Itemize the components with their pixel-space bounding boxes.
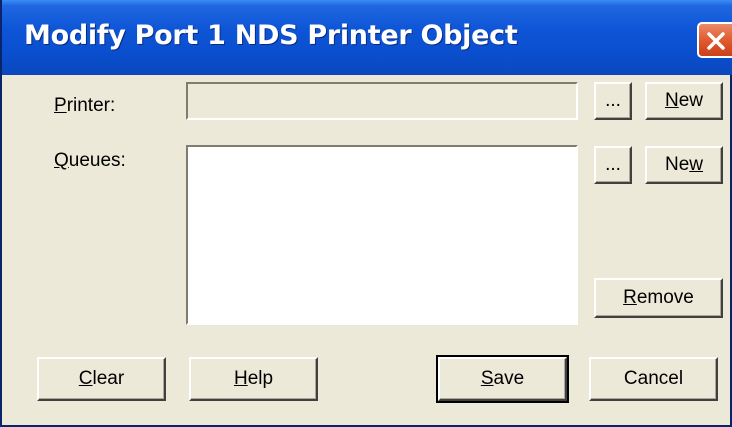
cancel-label: Cancel — [623, 368, 684, 389]
queues-remove-button[interactable]: Remove — [594, 278, 723, 318]
printer-browse-button[interactable]: ... — [594, 82, 632, 120]
clear-label-key: C — [78, 368, 93, 389]
printer-field[interactable] — [186, 82, 578, 120]
save-label-key: S — [480, 368, 494, 389]
save-label-rest: ave — [493, 368, 525, 389]
printer-new-label-key: N — [664, 90, 679, 111]
title-bar[interactable]: Modify Port 1 NDS Printer Object — [2, 0, 732, 75]
queues-new-button[interactable]: Ne w — [645, 146, 723, 184]
help-button[interactable]: Help — [189, 357, 318, 401]
help-label-rest: elp — [247, 368, 274, 389]
remove-label-rest: emove — [636, 287, 694, 308]
clear-label-rest: lear — [92, 368, 125, 389]
window-title: Modify Port 1 NDS Printer Object — [24, 20, 518, 51]
printer-browse-label: ... — [605, 90, 621, 111]
printer-label: Printer: — [54, 95, 116, 116]
printer-new-button[interactable]: New — [645, 82, 723, 120]
dialog-window: Modify Port 1 NDS Printer Object Printer… — [0, 0, 732, 427]
clear-button[interactable]: Clear — [37, 357, 166, 401]
help-label-key: H — [233, 368, 248, 389]
queues-label: Queues: — [54, 150, 126, 171]
close-button[interactable] — [697, 22, 732, 58]
printer-new-label-rest: ew — [678, 90, 704, 111]
queues-new-label-key: w — [689, 154, 704, 175]
save-button[interactable]: Save — [436, 355, 569, 403]
queues-browse-label: ... — [605, 154, 621, 175]
queues-browse-button[interactable]: ... — [594, 146, 632, 184]
queues-new-label-pre: Ne — [664, 154, 690, 175]
close-icon — [707, 32, 725, 50]
remove-label-key: R — [623, 287, 637, 308]
queues-list[interactable] — [186, 145, 578, 325]
cancel-button[interactable]: Cancel — [589, 357, 718, 401]
